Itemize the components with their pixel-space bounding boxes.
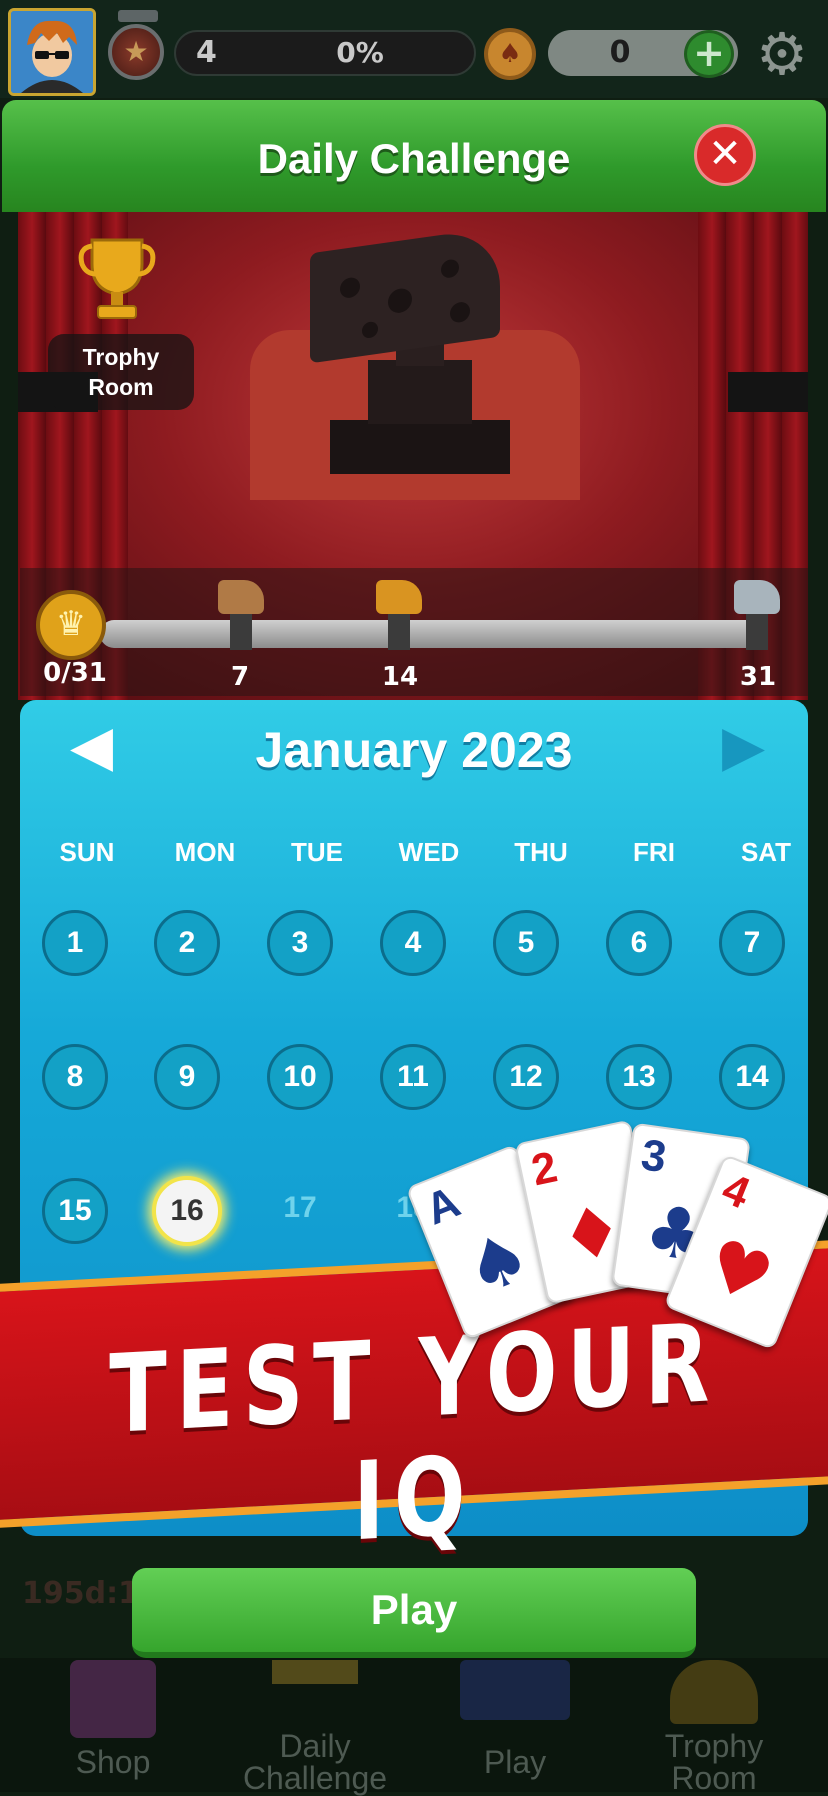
milestone-label: 31: [739, 662, 777, 692]
nav-daily-challenge[interactable]: Daily Challenge: [220, 1660, 410, 1796]
gold-trophy-milestone-icon: [376, 580, 422, 650]
nav-play-label: Play: [483, 1744, 547, 1780]
milestone-label: 14: [381, 662, 419, 692]
calendar-day[interactable]: 2: [154, 910, 220, 976]
calendar-day[interactable]: 1: [42, 910, 108, 976]
shop-icon: [70, 1660, 156, 1738]
month-title: January 2023: [255, 722, 573, 778]
calendar-day[interactable]: 6: [606, 910, 672, 976]
rank-ribbon: [118, 10, 158, 22]
avatar-face-icon: [11, 11, 93, 93]
cards-icon: [460, 1660, 570, 1720]
calendar-day[interactable]: 13: [606, 1044, 672, 1110]
calendar-day[interactable]: 14: [719, 1044, 785, 1110]
calendar-day[interactable]: 4: [380, 910, 446, 976]
crown-icon: ♛: [36, 590, 106, 660]
nav-play[interactable]: Play: [450, 1660, 580, 1792]
calendar-day[interactable]: 12: [493, 1044, 559, 1110]
nav-trophy-room[interactable]: Trophy Room: [644, 1660, 784, 1796]
level-number: 4: [196, 35, 217, 70]
close-button[interactable]: ✕: [694, 124, 756, 186]
coin-balance: 0: [609, 35, 631, 70]
calendar-day[interactable]: 15: [42, 1178, 108, 1244]
add-coins-button[interactable]: +: [684, 30, 734, 78]
calendar-day[interactable]: 7: [719, 910, 785, 976]
next-month-arrow-icon[interactable]: ▶: [722, 712, 765, 782]
nav-daily-label-1: Daily: [279, 1728, 351, 1764]
level-progress-percent: 0%: [336, 36, 384, 69]
weekday-sun: SUN: [59, 837, 115, 867]
card-suit: ♠: [453, 1213, 543, 1313]
progress-count: 0/31: [43, 658, 107, 688]
trophy-room-label: Trophy Room: [82, 344, 160, 400]
calendar-day[interactable]: 8: [42, 1044, 108, 1110]
nav-trophy-label-2: Room: [671, 1760, 757, 1796]
calendar-day-future: 17: [283, 1191, 317, 1224]
curtain-tie-right: [728, 372, 808, 412]
gear-icon[interactable]: ⚙: [750, 22, 814, 86]
weekday-tue: TUE: [291, 837, 343, 867]
calendar-day[interactable]: 3: [267, 910, 333, 976]
trophy-base: [330, 420, 510, 474]
nav-shop[interactable]: Shop: [40, 1660, 186, 1792]
weekday-thu: THU: [514, 837, 568, 867]
nav-trophy-label-1: Trophy: [664, 1728, 764, 1764]
card-suit: ♥: [694, 1222, 784, 1322]
play-button[interactable]: Play: [132, 1568, 696, 1658]
nav-shop-label: Shop: [75, 1744, 151, 1780]
card-rank: 2: [527, 1142, 562, 1196]
card-rank: A: [418, 1177, 467, 1235]
player-avatar[interactable]: [8, 8, 96, 96]
calendar-day-today[interactable]: 16: [152, 1176, 222, 1246]
bronze-trophy-milestone-icon: [218, 580, 264, 650]
monthly-progress-track: [100, 620, 760, 648]
rank-badge[interactable]: ★: [108, 24, 164, 80]
spade-coin-icon: ♠: [484, 28, 536, 80]
calendar-day[interactable]: 10: [267, 1044, 333, 1110]
trophy-icon: [670, 1660, 758, 1724]
trophy-neck: [368, 360, 472, 424]
milestone-label: 7: [230, 662, 250, 692]
star-icon: ★: [123, 35, 149, 68]
weekday-fri: FRI: [633, 837, 675, 867]
silver-trophy-milestone-icon: [734, 580, 780, 650]
nav-daily-label-2: Challenge: [242, 1760, 388, 1796]
calendar-day[interactable]: 5: [493, 910, 559, 976]
weekday-sat: SAT: [740, 837, 792, 867]
card-rank: 4: [715, 1163, 757, 1219]
card-rank: 3: [638, 1130, 670, 1183]
calendar-icon: [272, 1660, 358, 1684]
calendar-day[interactable]: 11: [380, 1044, 446, 1110]
gold-cup-icon: [78, 234, 156, 324]
weekday-wed: WED: [398, 837, 460, 867]
weekday-mon: MON: [174, 837, 236, 867]
calendar-day[interactable]: 9: [154, 1044, 220, 1110]
